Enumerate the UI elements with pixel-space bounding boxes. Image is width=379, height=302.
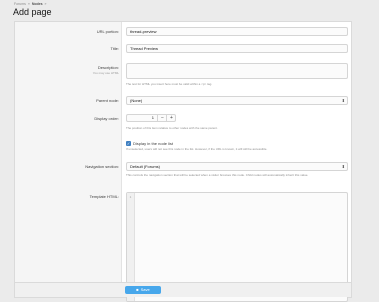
select-arrows-icon: ⬍ [341,98,345,103]
title-label: Title: [110,46,119,51]
display-order-hint: The position of this item relative to ot… [126,126,218,130]
display-order-value[interactable]: 1 [127,115,154,121]
select-arrows-icon: ⬍ [341,164,345,169]
increment-button[interactable]: + [166,115,176,121]
check-icon: ✓ [126,141,131,146]
url-portion-input[interactable]: thread-preview [126,27,348,36]
navigation-section-hint: This controls the navigation section tha… [126,173,309,177]
save-button-label: Save [140,287,150,292]
parent-node-label: Parent node: [96,98,119,103]
description-sublabel: You may use HTML [92,71,119,75]
breadcrumb-separator: » [27,2,30,6]
label-column [15,22,122,283]
display-in-list-label[interactable]: Display in the node list [133,141,173,146]
parent-node-select[interactable]: (None) ⬍ [126,96,348,105]
description-hint: The text for HTML you insert here must b… [126,82,213,86]
page-title: Add page [13,7,52,17]
breadcrumb-separator: » [44,2,47,6]
display-order-label: Display order: [94,116,119,121]
description-textarea[interactable] [126,63,348,79]
form-panel: URL portion: thread-preview Title: Threa… [14,21,352,302]
navigation-section-select[interactable]: Default (Forums) ⬍ [126,162,348,171]
navigation-section-value: Default (Forums) [130,164,161,169]
title-input[interactable]: Thread Preview [126,44,348,53]
breadcrumb-item-nodes[interactable]: Nodes [32,2,43,6]
template-html-label: Template HTML: [89,194,119,199]
display-order-stepper[interactable]: 1 − + [126,114,176,122]
save-icon: ■ [136,287,139,292]
display-in-list-hint: If unselected, users will not see this n… [126,147,268,151]
breadcrumb: Forums» Nodes» [14,2,48,6]
parent-node-value: (None) [130,98,143,103]
navigation-section-label: Navigation section: [85,164,119,169]
display-in-list-checkbox[interactable]: ✓ [126,141,131,146]
breadcrumb-item-forums[interactable]: Forums [14,2,26,6]
form-footer: ■ Save [15,282,351,297]
save-button[interactable]: ■ Save [125,286,161,294]
url-portion-label: URL portion: [96,29,119,34]
description-label: Description: [97,65,119,70]
line-number: 1 [129,195,132,199]
